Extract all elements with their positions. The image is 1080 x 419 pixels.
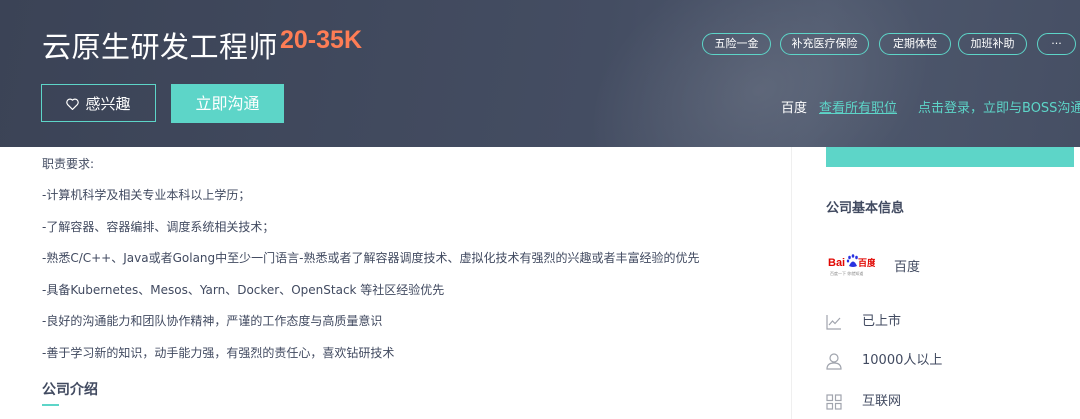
tag-benefit: 加班补助: [958, 33, 1027, 55]
interest-label: 感兴趣: [85, 95, 131, 113]
requirement-item: -良好的沟通能力和团队协作精神，严谨的工作态度与高质量意识: [42, 314, 383, 328]
tag-benefit: 定期体检: [879, 33, 951, 55]
listed-status-text: 已上市: [862, 314, 902, 329]
person-icon: [826, 353, 842, 370]
svg-text:百度一下 你就知道: 百度一下 你就知道: [830, 270, 863, 276]
header-company-name[interactable]: 百度: [781, 97, 807, 116]
requirement-item: -计算机科学及相关专业本科以上学历；: [42, 188, 251, 202]
company-info-heading: 公司基本信息: [826, 201, 905, 216]
salary: 20-35K: [280, 26, 362, 54]
job-title: 云原生研发工程师: [42, 30, 279, 64]
login-chat-link[interactable]: 点击登录，立即与BOSS沟通: [918, 97, 1080, 116]
requirement-item: -具备Kubernetes、Mesos、Yarn、Docker、OpenStac…: [42, 283, 445, 297]
company-intro-title: 公司介绍: [42, 382, 98, 398]
baidu-logo[interactable]: Bai 百度 百度一下 你就知道: [827, 249, 877, 279]
section-underline: [42, 404, 59, 406]
industry-text: 互联网: [862, 394, 902, 409]
sidebar-action-bar[interactable]: [826, 147, 1074, 167]
job-header: 云原生研发工程师 20-35K 五险一金 补充医疗保险 定期体检 加班补助 ··…: [0, 0, 1080, 147]
more-tags-button[interactable]: ···: [1037, 33, 1076, 55]
header-decoration: [541, 0, 979, 147]
requirement-item: -熟悉C/C++、Java或者Golang中至少一门语言-熟悉或者了解容器调度技…: [42, 251, 700, 265]
tag-benefit: 五险一金: [702, 33, 771, 55]
sidebar-divider: [791, 147, 792, 419]
requirement-item: -了解容器、容器编排、调度系统相关技术；: [42, 220, 275, 234]
view-all-jobs-link[interactable]: 查看所有职位: [819, 97, 897, 116]
requirement-item: -善于学习新的知识，动手能力强，有强烈的责任心，喜欢钻研技术: [42, 346, 395, 360]
company-size-text: 10000人以上: [862, 353, 943, 368]
interest-button[interactable]: 感兴趣: [41, 84, 156, 122]
chart-trend-icon: [826, 314, 842, 330]
sidebar-company-name[interactable]: 百度: [894, 256, 920, 275]
grid-icon: [826, 394, 842, 410]
responsibilities-heading: 职责要求:: [42, 157, 95, 171]
chat-now-button[interactable]: 立即沟通: [171, 84, 284, 123]
heart-icon: [66, 86, 80, 124]
tag-benefit: 补充医疗保险: [780, 33, 869, 55]
svg-text:Bai: Bai: [828, 257, 845, 269]
svg-text:百度: 百度: [858, 257, 875, 269]
